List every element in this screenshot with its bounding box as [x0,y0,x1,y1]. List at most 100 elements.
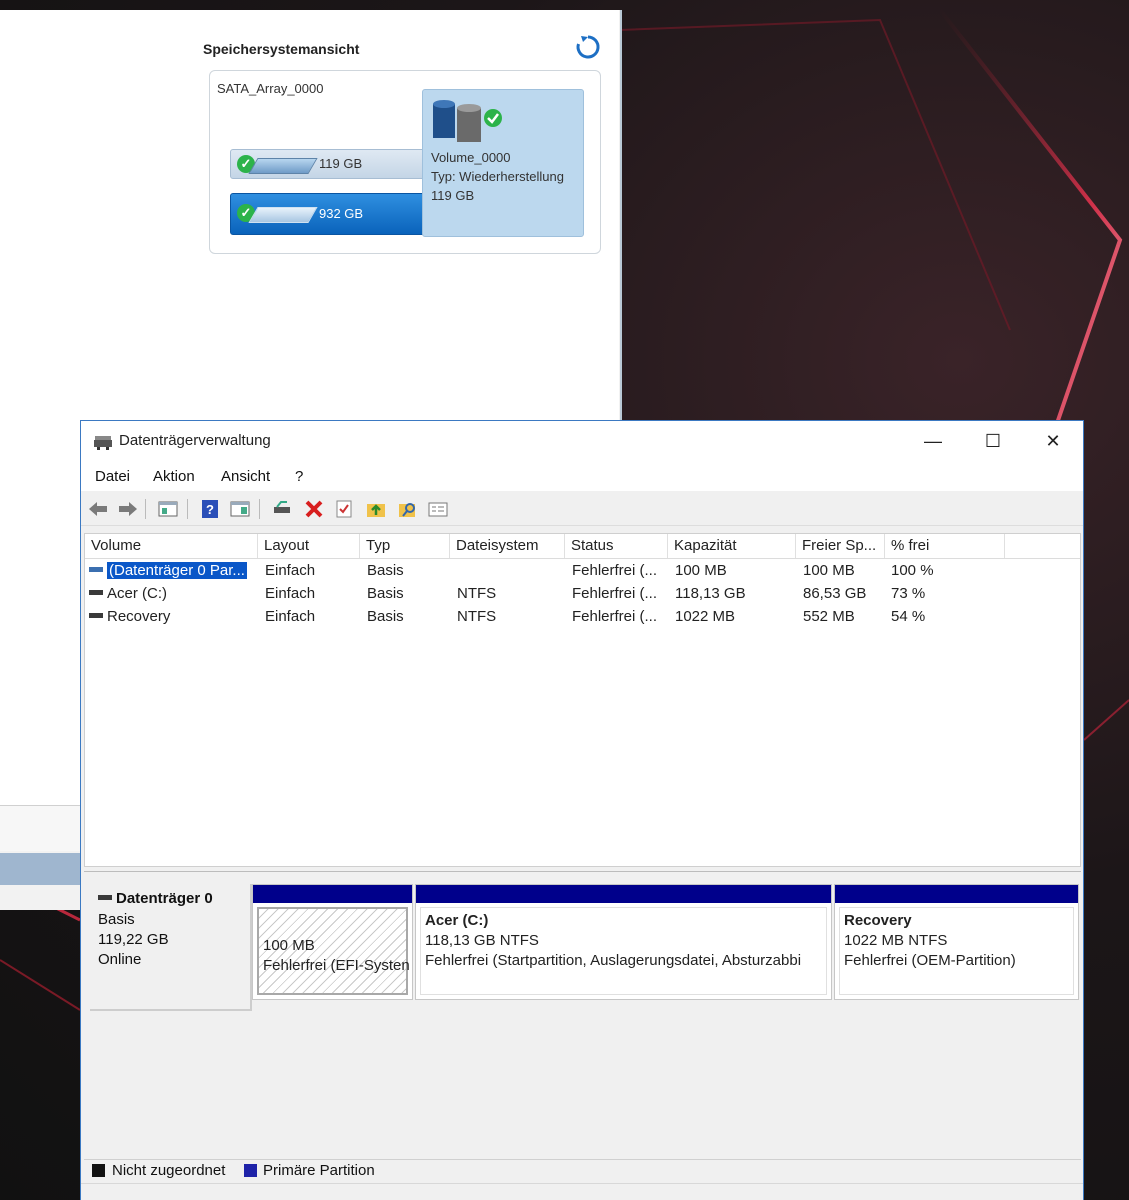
partition-header-bar [835,885,1078,903]
cell-typ: Basis [367,562,404,579]
cell-freier-speicher: 552 MB [803,608,855,625]
search-folder-icon[interactable] [397,499,419,519]
disk-info-panel[interactable]: Datenträger 0 Basis 119,22 GB Online [90,884,252,1011]
legend: Nicht zugeordnet Primäre Partition [84,1159,1081,1182]
cell-typ: Basis [367,585,404,602]
menu-bar: Datei Aktion Ansicht ? [81,463,1083,491]
partition-body: 100 MB Fehlerfrei (EFI-Systen [257,907,410,995]
legend-swatch-unallocated [92,1164,105,1177]
selected-volume-label: (Datenträger 0 Par... [107,562,247,579]
cell-volume: (Datenträger 0 Par... [89,559,257,582]
help-icon[interactable]: ? [199,499,221,519]
cell-kapazitaet: 1022 MB [675,608,736,625]
cell-kapazitaet: 118,13 GB [675,585,746,602]
check-icon[interactable] [333,499,355,519]
partition-icon [89,612,103,618]
title-bar[interactable]: Datenträgerverwaltung — ☐ ✕ [81,421,1083,463]
toolbar-separator [187,499,188,519]
partition-title: Acer (C:) [425,912,489,929]
volume-label: Recovery [107,608,171,625]
toolbar-separator [145,499,146,519]
menu-help[interactable]: ? [295,468,303,485]
array-name: SATA_Array_0000 [217,81,324,96]
disk-state: Online [98,951,142,968]
partition-header-bar [416,885,831,903]
close-button[interactable]: ✕ [1023,421,1083,463]
volume-icon [433,100,502,142]
svg-text:?: ? [206,502,214,517]
disk-item-932gb[interactable]: ✓ 932 GB [230,193,432,235]
volume-type: Typ: Wiederherstellung [431,169,564,184]
volume-size: 119 GB [431,188,475,203]
column-kapazitaet[interactable]: Kapazität [668,534,796,558]
volume-name: Volume_0000 [431,150,511,165]
table-row[interactable]: Recovery Einfach Basis NTFS Fehlerfrei (… [85,605,1080,628]
delete-icon[interactable] [303,499,325,519]
console-tree-icon[interactable] [157,499,179,519]
legend-swatch-primary [244,1164,257,1177]
cell-status: Fehlerfrei (... [572,608,658,625]
column-freier-speicher[interactable]: Freier Sp... [796,534,885,558]
legend-primary: Primäre Partition [263,1162,375,1179]
volume-card[interactable]: Volume_0000 Typ: Wiederherstellung 119 G… [422,89,584,237]
cell-volume: Acer (C:) [89,582,257,605]
column-layout[interactable]: Layout [258,534,360,558]
column-volume[interactable]: Volume [85,534,258,558]
legend-unallocated: Nicht zugeordnet [112,1162,226,1179]
menu-aktion[interactable]: Aktion [153,468,195,485]
disk-management-window: Datenträgerverwaltung — ☐ ✕ Datei Aktion… [80,420,1084,1200]
panel-title: Speichersystemansicht [203,41,360,57]
cell-layout: Einfach [265,608,316,625]
partition-icon [89,566,103,572]
partition-efi[interactable]: 100 MB Fehlerfrei (EFI-Systen [252,884,413,1000]
drive-icon [248,158,318,174]
partition-body: Acer (C:) 118,13 GB NTFS Fehlerfrei (Sta… [420,907,827,995]
cell-typ: Basis [367,608,404,625]
sata-array-box: SATA_Array_0000 ✓ 119 GB ✓ 932 GB Volume… [209,70,601,254]
maximize-button[interactable]: ☐ [963,421,1023,463]
menu-datei[interactable]: Datei [95,468,130,485]
action-pane-icon[interactable] [229,499,251,519]
partition-status: Fehlerfrei (EFI-Systen [263,957,410,974]
disk-icon [98,894,112,900]
disk-name: Datenträger 0 [98,890,213,907]
minimize-button[interactable]: — [903,421,963,463]
cell-status: Fehlerfrei (... [572,562,658,579]
column-typ[interactable]: Typ [360,534,450,558]
cell-dateisystem: NTFS [457,585,497,602]
forward-arrow-icon[interactable] [117,499,139,519]
cell-prozent-frei: 73 % [891,585,926,602]
disk-graphical-view: Datenträger 0 Basis 119,22 GB Online 100… [84,871,1081,1162]
back-arrow-icon[interactable] [87,499,109,519]
cell-kapazitaet: 100 MB [675,562,727,579]
cell-layout: Einfach [265,585,316,602]
partition-acer-c[interactable]: Acer (C:) 118,13 GB NTFS Fehlerfrei (Sta… [415,884,832,1000]
disk-item-119gb[interactable]: ✓ 119 GB [230,149,432,179]
menu-ansicht[interactable]: Ansicht [221,468,270,485]
properties-icon[interactable] [427,499,449,519]
column-status[interactable]: Status [565,534,668,558]
storage-system-view-panel: Speichersystemansicht SATA_Array_0000 ✓ … [195,10,619,420]
column-prozent-frei[interactable]: % frei [885,534,1005,558]
refresh-icon[interactable] [573,32,603,62]
partition-body: Recovery 1022 MB NTFS Fehlerfrei (OEM-Pa… [839,907,1074,995]
cell-volume: Recovery [89,605,257,628]
partition-icon [89,589,103,595]
table-row[interactable]: (Datenträger 0 Par... Einfach Basis Fehl… [85,559,1080,582]
connect-icon[interactable] [271,499,293,519]
partition-title: Recovery [844,912,912,929]
column-dateisystem[interactable]: Dateisystem [450,534,565,558]
cell-freier-speicher: 86,53 GB [803,585,867,602]
drive-icon [248,207,318,223]
disk-name-label: Datenträger 0 [116,890,213,907]
window-title: Datenträgerverwaltung [119,432,271,449]
disk-size-label: 119 GB [319,156,363,171]
table-row[interactable]: Acer (C:) Einfach Basis NTFS Fehlerfrei … [85,582,1080,605]
cell-prozent-frei: 100 % [891,562,934,579]
cell-prozent-frei: 54 % [891,608,926,625]
cell-status: Fehlerfrei (... [572,585,658,602]
volume-list-header: Volume Layout Typ Dateisystem Status Kap… [85,534,1080,559]
partition-header-bar [253,885,412,903]
folder-up-icon[interactable] [365,499,387,519]
partition-recovery[interactable]: Recovery 1022 MB NTFS Fehlerfrei (OEM-Pa… [834,884,1079,1000]
